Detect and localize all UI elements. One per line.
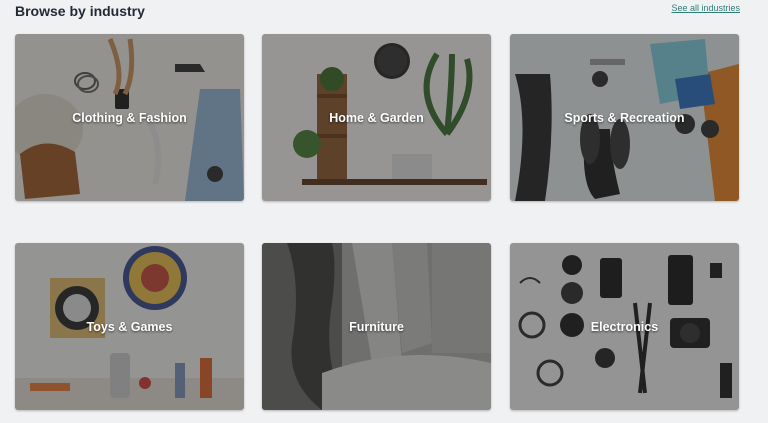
industry-tile-label: Sports & Recreation xyxy=(564,110,685,125)
industry-tile-furniture[interactable]: Furniture xyxy=(262,243,491,410)
industry-tile-electronics[interactable]: Electronics xyxy=(510,243,739,410)
industry-tile-label: Furniture xyxy=(349,319,404,334)
industry-tile-label: Home & Garden xyxy=(329,110,424,125)
industry-tile-toys-games[interactable]: Toys & Games xyxy=(15,243,244,410)
industry-tile-home-garden[interactable]: Home & Garden xyxy=(262,34,491,201)
industry-grid: Clothing & Fashion Home & Garden Sports … xyxy=(0,0,768,423)
industry-tile-label: Electronics xyxy=(590,319,659,334)
industry-tile-label: Clothing & Fashion xyxy=(72,110,187,125)
industry-tile-sports-recreation[interactable]: Sports & Recreation xyxy=(510,34,739,201)
industry-tile-clothing-fashion[interactable]: Clothing & Fashion xyxy=(15,34,244,201)
industry-tile-label: Toys & Games xyxy=(86,319,173,334)
